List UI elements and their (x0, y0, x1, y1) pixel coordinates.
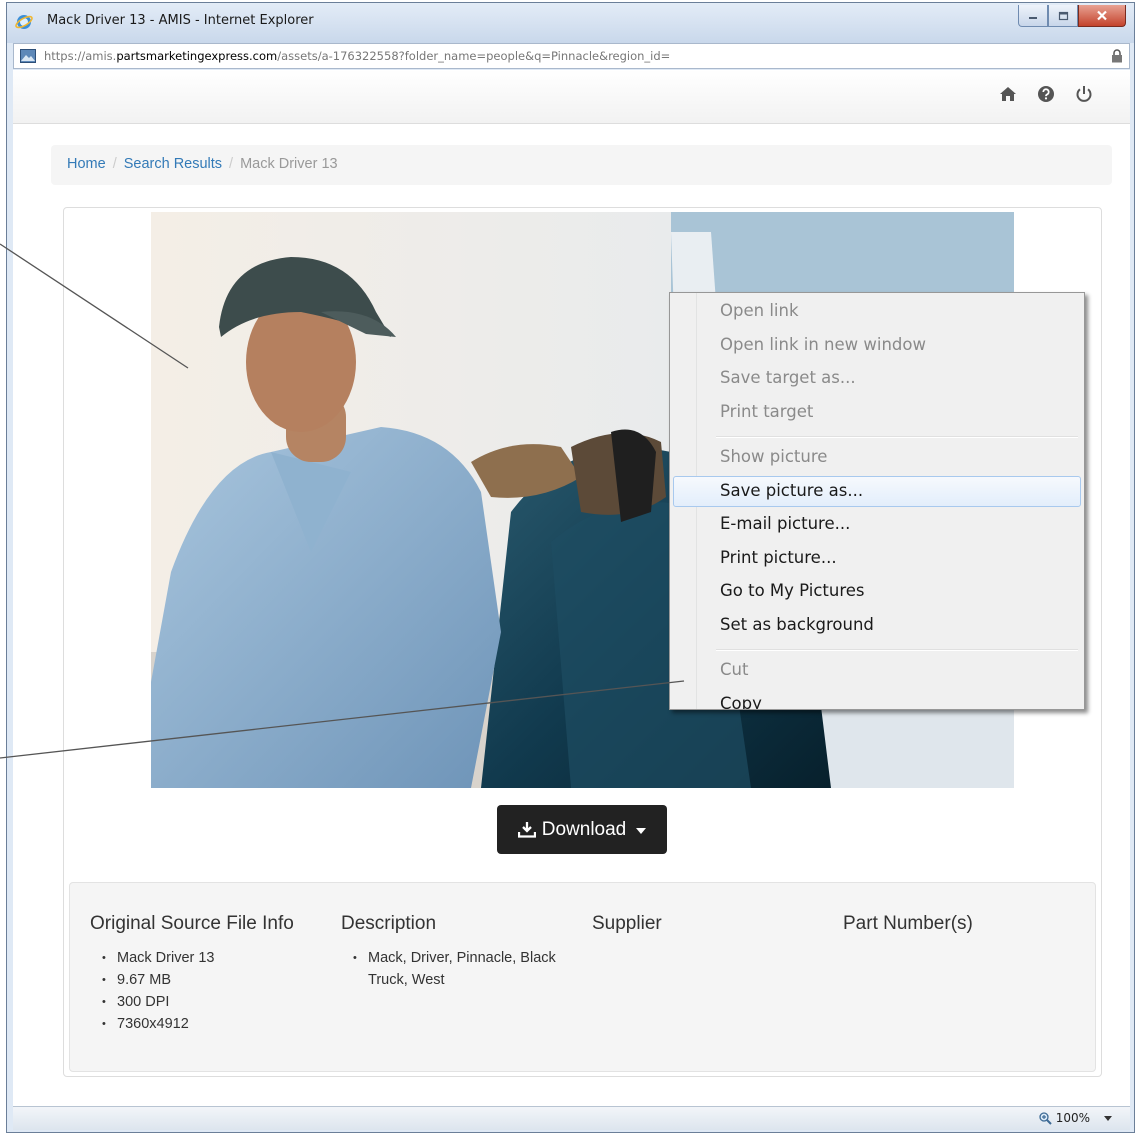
window-title: Mack Driver 13 - AMIS - Internet Explore… (47, 13, 314, 28)
title-bar: Mack Driver 13 - AMIS - Internet Explore… (7, 3, 1134, 43)
internet-explorer-icon (15, 15, 33, 29)
page-favicon (20, 49, 36, 63)
list-item: 7360x4912 (90, 1013, 330, 1035)
list-item: 9.67 MB (90, 969, 330, 991)
status-bar: 100% (13, 1106, 1130, 1130)
list-item: Mack, Driver, Pinnacle, Black Truck, Wes… (341, 947, 581, 991)
menu-item-print-picture[interactable]: Print picture... (673, 543, 1081, 574)
close-button[interactable] (1078, 5, 1126, 27)
maximize-icon (1058, 11, 1068, 20)
menu-item-open-link-new-window[interactable]: Open link in new window (673, 330, 1081, 361)
file-info-well: Original Source File Info Mack Driver 13… (69, 882, 1096, 1072)
menu-item-copy[interactable]: Copy (673, 689, 1081, 709)
description-column: Description Mack, Driver, Pinnacle, Blac… (341, 913, 581, 991)
lock-icon[interactable] (1111, 49, 1123, 63)
download-button[interactable]: Download (497, 805, 667, 854)
menu-separator (716, 649, 1078, 651)
menu-item-open-link[interactable]: Open link (673, 296, 1081, 327)
breadcrumb-separator: / (229, 156, 234, 172)
menu-item-save-picture[interactable]: Save picture as... (673, 476, 1081, 507)
caret-down-icon (636, 827, 647, 834)
url-domain: partsmarketingexpress.com (116, 49, 278, 63)
minimize-icon (1029, 16, 1037, 19)
browser-window: Mack Driver 13 - AMIS - Internet Explore… (6, 2, 1135, 1133)
menu-item-print-target[interactable]: Print target (673, 397, 1081, 428)
breadcrumb: Home / Search Results / Mack Driver 13 (51, 145, 1112, 185)
navbar-icons (998, 84, 1094, 104)
source-heading: Original Source File Info (90, 913, 294, 934)
breadcrumb-separator: / (112, 156, 117, 172)
source-info-column: Original Source File Info Mack Driver 13… (90, 913, 330, 1035)
minimize-button[interactable] (1018, 5, 1048, 27)
menu-item-go-to-my-pictures[interactable]: Go to My Pictures (673, 576, 1081, 607)
maximize-button[interactable] (1048, 5, 1078, 27)
address-bar[interactable]: https://amis.partsmarketingexpress.com/a… (13, 43, 1130, 69)
url-text[interactable]: https://amis.partsmarketingexpress.com/a… (44, 49, 670, 63)
top-navbar (13, 70, 1130, 124)
breadcrumb-current: Mack Driver 13 (240, 156, 338, 172)
download-label: Download (541, 818, 627, 840)
download-icon (517, 822, 536, 838)
zoom-control[interactable]: 100% (1039, 1111, 1112, 1125)
url-path: /assets/a-176322558?folder_name=people&q… (277, 49, 671, 63)
supplier-column: Supplier (592, 913, 832, 947)
power-icon[interactable] (1074, 84, 1094, 104)
context-menu: Open link Open link in new window Save t… (669, 292, 1085, 710)
list-item: Mack Driver 13 (90, 947, 330, 969)
close-icon (1097, 10, 1107, 21)
url-prefix: https://amis. (44, 49, 117, 63)
menu-separator (716, 436, 1078, 438)
zoom-level: 100% (1055, 1111, 1090, 1125)
breadcrumb-search-results[interactable]: Search Results (124, 156, 222, 172)
help-icon[interactable] (1036, 84, 1056, 104)
breadcrumb-home[interactable]: Home (67, 156, 106, 172)
part-number-heading: Part Number(s) (843, 913, 973, 934)
zoom-icon (1039, 1111, 1052, 1125)
zoom-dropdown-icon[interactable] (1104, 1115, 1112, 1121)
list-item: 300 DPI (90, 991, 330, 1013)
menu-item-show-picture[interactable]: Show picture (673, 442, 1081, 473)
description-heading: Description (341, 913, 437, 934)
menu-item-set-as-background[interactable]: Set as background (673, 610, 1081, 641)
caption-buttons (1018, 5, 1126, 27)
supplier-heading: Supplier (592, 913, 662, 934)
home-icon[interactable] (998, 84, 1018, 104)
menu-item-save-target[interactable]: Save target as... (673, 363, 1081, 394)
page-viewport: Home / Search Results / Mack Driver 13 D… (13, 70, 1130, 1106)
part-number-column: Part Number(s) (843, 913, 1083, 947)
menu-item-cut[interactable]: Cut (673, 655, 1081, 686)
menu-item-email-picture[interactable]: E-mail picture... (673, 509, 1081, 540)
